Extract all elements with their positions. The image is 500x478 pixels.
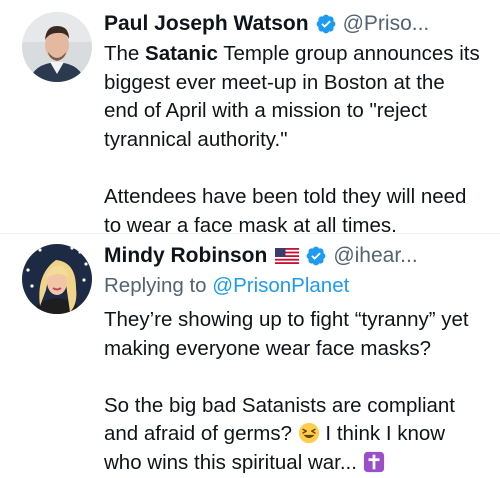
tweet-text-part: The <box>104 42 146 65</box>
author-name[interactable]: Paul Joseph Watson <box>104 12 309 36</box>
tweet-text-part: Temple group announces its biggest ever … <box>104 42 480 237</box>
tweet-text: The Satanic Temple group announces its b… <box>104 40 492 240</box>
replying-to: Replying to @PrisonPlanet <box>104 272 492 300</box>
verified-badge-icon <box>306 246 326 266</box>
us-flag-icon <box>275 248 300 264</box>
latin-cross-emoji-icon <box>363 451 384 473</box>
author-name[interactable]: Mindy Robinson <box>104 244 267 268</box>
author-handle[interactable]: @Priso... <box>343 12 430 36</box>
tweet-paul-joseph-watson[interactable]: Paul Joseph Watson @Priso... The Satanic… <box>0 0 500 237</box>
laughing-emoji-icon <box>298 423 319 444</box>
tweet-text-bold: Satanic <box>145 42 218 65</box>
tweet-text: They’re showing up to fight “tyranny” ye… <box>104 306 492 478</box>
verified-badge-icon <box>316 14 335 34</box>
replying-to-label: Replying to <box>104 274 213 297</box>
avatar[interactable] <box>22 244 92 314</box>
tweet-mindy-robinson[interactable]: Mindy Robinson @ihear... Replying to @Pr… <box>0 233 500 474</box>
reply-mention-link[interactable]: @PrisonPlanet <box>212 274 349 297</box>
avatar[interactable] <box>22 12 92 82</box>
author-handle[interactable]: @ihear... <box>333 244 417 268</box>
